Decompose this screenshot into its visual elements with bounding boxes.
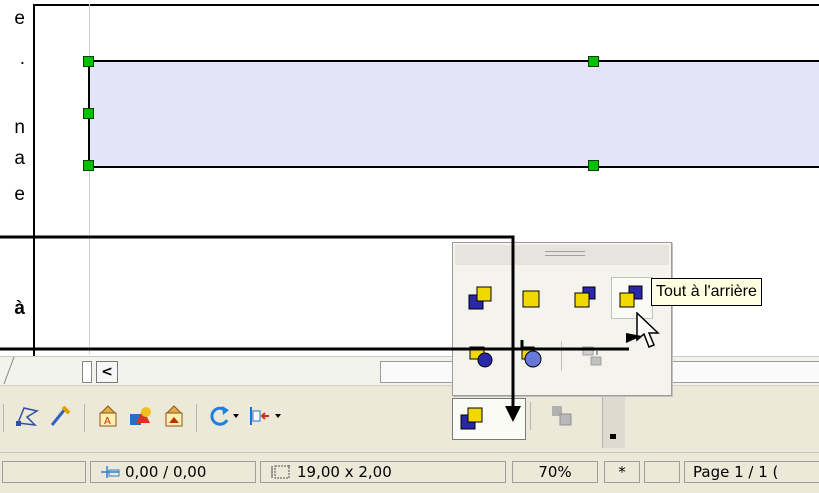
annotation-arrows: [0, 235, 642, 422]
